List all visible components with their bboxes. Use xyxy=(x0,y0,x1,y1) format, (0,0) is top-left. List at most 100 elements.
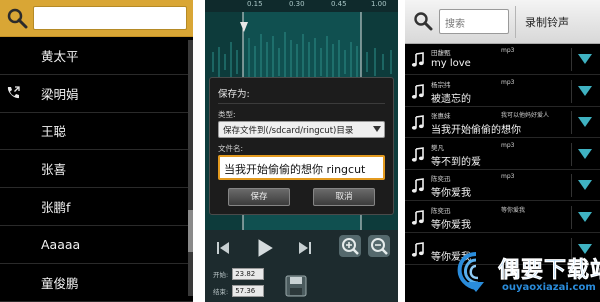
contacts-search-bar xyxy=(0,0,193,37)
ringtone-item[interactable]: 杨宗纬 mp3 被遗忘的 xyxy=(405,76,600,107)
item-divider xyxy=(571,111,572,135)
ringtone-format: mp3 xyxy=(501,78,515,86)
contact-name: 梁明娟 xyxy=(41,86,79,102)
ringtone-item[interactable]: 张惠妹 我可以他妈好爱人 当我开始偷偷的想你 xyxy=(405,107,600,139)
ringtone-artist: 陈奕迅 xyxy=(431,207,451,215)
playback-controls: 开始: 23.82 结束: 57.36 xyxy=(205,230,398,302)
ringtone-item[interactable]: 田馥甄 mp3 my love xyxy=(405,44,600,75)
ringtone-title: my love xyxy=(431,58,471,69)
expand-arrow-icon[interactable] xyxy=(578,180,592,191)
ringtone-topbar: 搜索 录制铃声 xyxy=(405,0,600,44)
music-note-icon xyxy=(411,83,424,99)
ringtone-artist: 樊凡 xyxy=(431,143,444,152)
timeline-tick: 0.30 xyxy=(289,0,305,8)
watermark-url: ouyaoxiazai.com xyxy=(502,282,596,293)
zoom-out-icon[interactable] xyxy=(367,234,391,258)
filename-label: 文件名: xyxy=(218,144,244,153)
contact-row[interactable]: 黄太平 xyxy=(0,37,193,75)
expand-arrow-icon[interactable] xyxy=(578,85,592,96)
ringtone-format: 等你爱我 xyxy=(501,207,526,214)
ringtone-item[interactable]: 樊凡 mp3 等不到的爱 xyxy=(405,139,600,170)
ringtone-format: mp3 xyxy=(501,47,515,54)
contact-name: 张鹏f xyxy=(41,200,71,216)
fast-forward-icon[interactable] xyxy=(295,238,315,258)
topbar-divider xyxy=(515,6,516,38)
watermark-logo-icon xyxy=(457,252,484,292)
type-select-value: 保存文件到(/sdcard/ringcut)目录 xyxy=(223,126,354,136)
record-ringtone-button[interactable]: 录制铃声 xyxy=(525,14,569,30)
ringtone-title: 等不到的爱 xyxy=(431,156,481,168)
timeline-ruler: 0.15 0.30 0.45 1.00 xyxy=(205,0,398,12)
dialog-buttons: 保存 取消 xyxy=(218,188,385,206)
contact-name: 王聪 xyxy=(41,124,67,140)
ringtone-artist: 田馥甄 xyxy=(431,49,451,57)
ringtone-artist: 陈奕迅 xyxy=(431,175,451,184)
timeline-tick: 1.00 xyxy=(371,0,387,8)
search-icon[interactable] xyxy=(413,11,433,31)
type-label: 类型: xyxy=(218,110,236,119)
start-marker-icon[interactable] xyxy=(240,22,248,32)
music-note-icon xyxy=(411,146,424,162)
expand-arrow-icon[interactable] xyxy=(578,117,592,128)
search-icon[interactable] xyxy=(6,7,28,29)
contact-name: 黄太平 xyxy=(41,48,79,64)
ringtone-format: mp3 xyxy=(501,141,515,149)
contact-name: Aaaaa xyxy=(41,236,81,252)
contact-row[interactable]: 张鹏f xyxy=(0,188,193,226)
contact-name: 张喜 xyxy=(41,162,67,178)
expand-arrow-icon[interactable] xyxy=(578,54,592,64)
ringtone-editor-screen: 0.15 0.30 0.45 1.00 保存为: 类型: 保存文件到(/sdca… xyxy=(205,0,398,302)
start-label: 开始: xyxy=(213,271,229,279)
ringtone-item[interactable]: 陈奕迅 mp3 等你爱我 xyxy=(405,170,600,202)
ringtone-format: mp3 xyxy=(501,173,515,181)
item-divider xyxy=(571,79,572,103)
dialog-title: 保存为: xyxy=(218,86,385,104)
save-button[interactable]: 保存 xyxy=(228,188,290,206)
filename-input[interactable]: 当我开始偷偷的想你 ringcut xyxy=(218,155,385,180)
ringtone-artist: 张惠妹 xyxy=(431,112,451,121)
item-divider xyxy=(571,206,572,229)
scrollbar-thumb[interactable] xyxy=(188,210,193,252)
ringtone-search-input[interactable]: 搜索 xyxy=(439,9,509,34)
contact-row[interactable]: 童俊鹏 xyxy=(0,264,193,302)
ringtone-title: 当我开始偷偷的想你 xyxy=(431,125,521,137)
music-note-icon xyxy=(411,52,424,67)
contacts-scrollbar[interactable] xyxy=(188,40,193,296)
zoom-in-icon[interactable] xyxy=(338,234,362,258)
end-time-row: 结束: 57.36 xyxy=(213,285,265,297)
rewind-icon[interactable] xyxy=(213,238,233,258)
contact-row[interactable]: 张喜 xyxy=(0,150,193,189)
item-divider xyxy=(571,142,572,166)
contact-row[interactable]: 梁明娟 xyxy=(0,75,193,113)
ringtone-artist: 杨宗纬 xyxy=(431,80,451,89)
cancel-button[interactable]: 取消 xyxy=(313,188,375,206)
contacts-screen: 黄太平梁明娟王聪张喜张鹏f Aaaaa 童俊鹏 xyxy=(0,0,193,302)
expand-arrow-icon[interactable] xyxy=(578,212,592,222)
watermark-brand: 偶要下载站 xyxy=(498,258,600,284)
dropdown-caret-icon xyxy=(373,126,381,132)
ringtone-title: 等你爱我 xyxy=(431,188,471,200)
type-select[interactable]: 保存文件到(/sdcard/ringcut)目录 xyxy=(218,121,385,138)
contacts-search-input[interactable] xyxy=(33,6,187,30)
expand-arrow-icon[interactable] xyxy=(578,148,592,159)
start-time-input[interactable]: 23.82 xyxy=(232,268,265,280)
phone-call-icon xyxy=(7,86,20,99)
timeline-tick: 0.45 xyxy=(331,0,347,8)
item-divider xyxy=(571,48,572,71)
ringtone-item[interactable]: 陈奕迅 等你爱我 等你爱我 xyxy=(405,202,600,233)
music-note-icon xyxy=(411,178,424,193)
ringtone-title: 等你爱我 xyxy=(431,220,471,231)
music-note-icon xyxy=(411,241,424,257)
contact-row[interactable]: 王聪 xyxy=(0,113,193,151)
play-icon[interactable] xyxy=(253,237,275,259)
start-time-row: 开始: 23.82 xyxy=(213,268,265,280)
save-disk-icon[interactable] xyxy=(284,274,308,298)
end-time-input[interactable]: 57.36 xyxy=(232,285,265,297)
item-divider xyxy=(571,174,572,198)
contact-name: 童俊鹏 xyxy=(41,275,79,291)
site-watermark: 偶要下载站 ouyaoxiazai.com xyxy=(452,248,600,302)
contact-row[interactable]: Aaaaa xyxy=(0,226,193,264)
contact-list: 黄太平梁明娟王聪张喜张鹏f Aaaaa 童俊鹏 xyxy=(0,37,193,302)
save-as-dialog: 保存为: 类型: 保存文件到(/sdcard/ringcut)目录 文件名: 当… xyxy=(209,77,394,215)
music-note-icon xyxy=(411,115,424,130)
